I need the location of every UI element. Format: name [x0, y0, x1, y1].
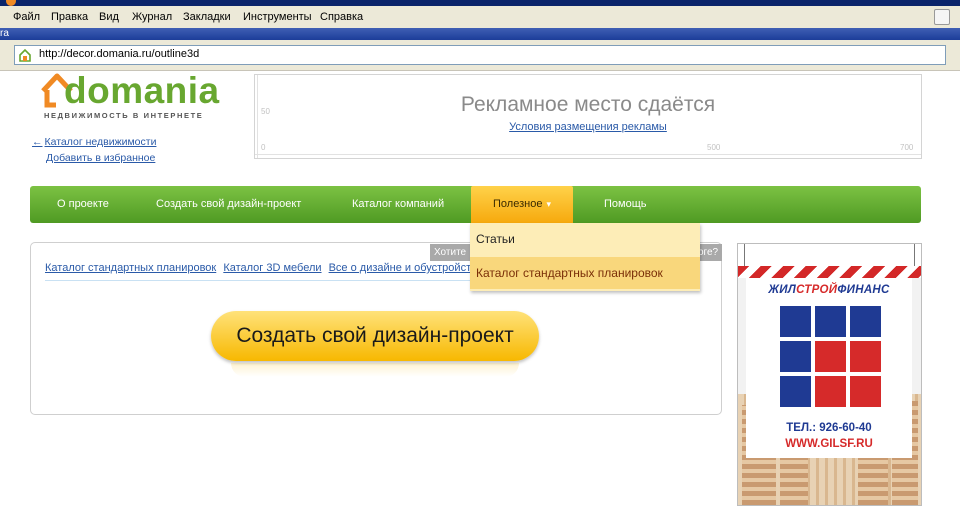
add-favorites-link[interactable]: Добавить в избранное	[32, 150, 156, 166]
advertisement-banner[interactable]: ЖИЛСТРОЙФИНАНС ТЕЛ.: 926-60-40 WWW.GILSF…	[737, 243, 922, 506]
menu-help[interactable]: Справка	[320, 11, 363, 23]
ad-placeholder: 50 0 500 700 Рекламное место сдаётся Усл…	[254, 74, 922, 159]
link-3d-furniture[interactable]: Каталог 3D мебели	[223, 262, 321, 274]
nav-create-design[interactable]: Создать свой дизайн-проект	[156, 186, 301, 223]
ad-ruler-horizontal	[255, 154, 921, 155]
menu-file[interactable]: Файл	[13, 11, 40, 23]
create-design-button[interactable]: Создать свой дизайн-проект	[211, 311, 539, 361]
url-input[interactable]: http://decor.domania.ru/outline3d	[14, 45, 946, 65]
window-control-button[interactable]	[934, 9, 950, 25]
banner-brand: ЖИЛСТРОЙФИНАНС	[746, 284, 912, 296]
header-links: ← Каталог недвижимости Добавить в избранн…	[32, 134, 156, 166]
url-text: http://decor.domania.ru/outline3d	[39, 48, 200, 60]
link-design-all[interactable]: Все о дизайне и обустройстве	[329, 262, 483, 274]
nav-help[interactable]: Помощь	[604, 186, 647, 223]
ad-terms-link[interactable]: Условия размещения рекламы	[255, 121, 921, 133]
banner-hazard-stripe	[738, 266, 921, 278]
banner-site: WWW.GILSF.RU	[785, 438, 873, 450]
ad-tick: 700	[900, 143, 914, 152]
gray-tab-left[interactable]: Хотите	[430, 244, 471, 261]
banner-top	[738, 244, 921, 266]
useful-dropdown: Статьи Каталог стандартных планировок	[470, 223, 700, 291]
ad-tick: 500	[707, 143, 721, 152]
chevron-down-icon: ▾	[546, 199, 551, 209]
brand-part2: СТРОЙ	[796, 284, 838, 296]
menu-bookmarks[interactable]: Закладки	[183, 11, 231, 23]
address-bar: http://decor.domania.ru/outline3d	[0, 40, 960, 71]
link-standard-layouts[interactable]: Каталог стандартных планировок	[45, 262, 216, 274]
logo-wordmark: domania	[64, 70, 220, 111]
menu-view[interactable]: Вид	[99, 11, 119, 23]
cta-reflection	[231, 363, 519, 377]
menu-tools[interactable]: Инструменты	[243, 11, 312, 23]
catalog-link[interactable]: ← Каталог недвижимости	[32, 134, 156, 150]
dropdown-item-layouts[interactable]: Каталог стандартных планировок	[470, 257, 700, 289]
menu-edit[interactable]: Правка	[51, 11, 88, 23]
quick-links: Каталог стандартных планировок Каталог 3…	[45, 262, 487, 281]
main-nav: О проекте Создать свой дизайн-проект Кат…	[30, 186, 921, 223]
browser-menu-bar: Файл Правка Вид Журнал Закладки Инструме…	[0, 6, 960, 29]
nav-useful-label: Полезное	[493, 198, 543, 210]
dropdown-item-articles[interactable]: Статьи	[470, 223, 700, 255]
nav-about[interactable]: О проекте	[57, 186, 109, 223]
tab-title-fragment[interactable]: ra	[0, 28, 9, 39]
brand-part1: ЖИЛ	[768, 284, 797, 296]
banner-card: ЖИЛСТРОЙФИНАНС ТЕЛ.: 926-60-40 WWW.GILSF…	[746, 278, 912, 458]
site-logo[interactable]: domania НЕДВИЖИМОСТЬ В ИНТЕРНЕТЕ	[40, 70, 240, 122]
site-home-icon	[19, 48, 31, 62]
ad-title: Рекламное место сдаётся	[460, 93, 716, 116]
divider	[45, 280, 485, 281]
logo-tagline: НЕДВИЖИМОСТЬ В ИНТЕРНЕТЕ	[44, 111, 204, 120]
brand-part3: ФИНАНС	[837, 284, 890, 296]
catalog-link-label: Каталог недвижимости	[44, 136, 157, 148]
ad-tick: 0	[261, 143, 266, 152]
nav-companies[interactable]: Каталог компаний	[352, 186, 444, 223]
cta-wrapper: Создать свой дизайн-проект	[211, 311, 541, 377]
nav-useful[interactable]: Полезное ▾	[471, 186, 573, 223]
brand-logo-grid-icon	[780, 306, 882, 408]
arrow-left-icon: ←	[32, 136, 43, 148]
banner-phone: ТЕЛ.: 926-60-40	[786, 422, 872, 434]
browser-tab-strip: ra	[0, 28, 960, 40]
menu-history[interactable]: Журнал	[132, 11, 172, 23]
